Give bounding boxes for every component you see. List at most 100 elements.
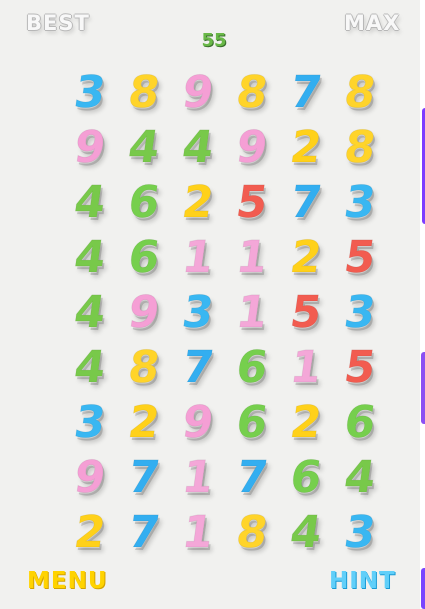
number-tile[interactable]: 2	[275, 230, 337, 285]
number-label: 3	[341, 506, 380, 558]
number-label: 6	[233, 396, 272, 448]
number-tile[interactable]: 7	[221, 450, 283, 505]
number-label: 7	[125, 506, 164, 558]
number-tile[interactable]: 6	[221, 395, 283, 450]
number-label: 4	[179, 121, 218, 173]
number-label: 4	[125, 121, 164, 173]
number-tile[interactable]: 8	[329, 120, 391, 175]
purple-side-marker	[421, 352, 425, 424]
number-tile[interactable]: 4	[59, 230, 121, 285]
number-label: 5	[287, 286, 326, 338]
number-tile[interactable]: 4	[59, 175, 121, 230]
number-tile[interactable]: 2	[113, 395, 175, 450]
number-tile[interactable]: 6	[221, 340, 283, 395]
number-tile[interactable]: 1	[221, 230, 283, 285]
number-tile[interactable]: 9	[59, 450, 121, 505]
number-tile[interactable]: 6	[275, 450, 337, 505]
number-label: 1	[233, 286, 272, 338]
right-edge-panel	[420, 0, 425, 609]
number-label: 3	[341, 286, 380, 338]
number-label: 1	[179, 506, 218, 558]
number-tile[interactable]: 1	[167, 230, 229, 285]
number-tile[interactable]: 9	[167, 395, 229, 450]
number-tile[interactable]: 1	[221, 285, 283, 340]
score-counter: 55	[201, 30, 227, 51]
number-label: 2	[125, 396, 164, 448]
number-label: 5	[341, 341, 380, 393]
number-tile[interactable]: 8	[221, 65, 283, 120]
number-tile[interactable]: 3	[167, 285, 229, 340]
number-tile[interactable]: 9	[167, 65, 229, 120]
hint-button[interactable]: HINT	[329, 568, 396, 594]
number-label: 1	[233, 231, 272, 283]
number-tile[interactable]: 9	[113, 285, 175, 340]
number-tile[interactable]: 1	[167, 505, 229, 560]
number-label: 5	[341, 231, 380, 283]
number-label: 9	[71, 121, 110, 173]
number-label: 8	[233, 66, 272, 118]
number-tile[interactable]: 5	[329, 340, 391, 395]
number-label: 6	[125, 231, 164, 283]
number-label: 1	[179, 451, 218, 503]
number-label: 8	[125, 66, 164, 118]
number-label: 7	[233, 451, 272, 503]
number-label: 3	[71, 66, 110, 118]
number-tile[interactable]: 8	[113, 340, 175, 395]
number-tile[interactable]: 7	[275, 65, 337, 120]
number-tile[interactable]: 3	[59, 395, 121, 450]
number-tile[interactable]: 8	[113, 65, 175, 120]
number-tile[interactable]: 6	[113, 230, 175, 285]
number-label: 7	[179, 341, 218, 393]
number-label: 8	[233, 506, 272, 558]
number-tile[interactable]: 6	[329, 395, 391, 450]
number-grid: 3898789449284625734611254931534876153296…	[63, 65, 387, 560]
number-label: 6	[287, 451, 326, 503]
number-label: 8	[125, 341, 164, 393]
number-tile[interactable]: 3	[59, 65, 121, 120]
number-tile[interactable]: 7	[275, 175, 337, 230]
number-label: 4	[71, 286, 110, 338]
number-tile[interactable]: 3	[329, 285, 391, 340]
number-tile[interactable]: 2	[59, 505, 121, 560]
number-tile[interactable]: 3	[329, 505, 391, 560]
number-label: 6	[125, 176, 164, 228]
number-tile[interactable]: 4	[59, 285, 121, 340]
number-tile[interactable]: 4	[275, 505, 337, 560]
number-tile[interactable]: 4	[167, 120, 229, 175]
number-tile[interactable]: 7	[113, 450, 175, 505]
number-label: 2	[287, 396, 326, 448]
number-label: 9	[71, 451, 110, 503]
number-tile[interactable]: 5	[329, 230, 391, 285]
number-tile[interactable]: 5	[221, 175, 283, 230]
number-label: 1	[179, 231, 218, 283]
number-tile[interactable]: 3	[329, 175, 391, 230]
number-tile[interactable]: 1	[275, 340, 337, 395]
number-label: 6	[341, 396, 380, 448]
number-label: 8	[341, 66, 380, 118]
number-label: 4	[341, 451, 380, 503]
number-label: 2	[71, 506, 110, 558]
number-label: 4	[71, 341, 110, 393]
number-tile[interactable]: 4	[329, 450, 391, 505]
number-tile[interactable]: 2	[167, 175, 229, 230]
number-tile[interactable]: 7	[167, 340, 229, 395]
menu-button[interactable]: MENU	[27, 568, 108, 594]
number-tile[interactable]: 8	[329, 65, 391, 120]
number-tile[interactable]: 2	[275, 395, 337, 450]
number-tile[interactable]: 4	[59, 340, 121, 395]
number-tile[interactable]: 6	[113, 175, 175, 230]
number-tile[interactable]: 9	[221, 120, 283, 175]
number-tile[interactable]: 9	[59, 120, 121, 175]
number-label: 5	[233, 176, 272, 228]
number-tile[interactable]: 1	[167, 450, 229, 505]
best-label: BEST	[26, 11, 90, 35]
number-tile[interactable]: 5	[275, 285, 337, 340]
number-tile[interactable]: 2	[275, 120, 337, 175]
number-label: 2	[287, 231, 326, 283]
number-label: 3	[179, 286, 218, 338]
number-tile[interactable]: 8	[221, 505, 283, 560]
number-tile[interactable]: 7	[113, 505, 175, 560]
number-label: 1	[287, 341, 326, 393]
number-tile[interactable]: 4	[113, 120, 175, 175]
number-label: 7	[125, 451, 164, 503]
